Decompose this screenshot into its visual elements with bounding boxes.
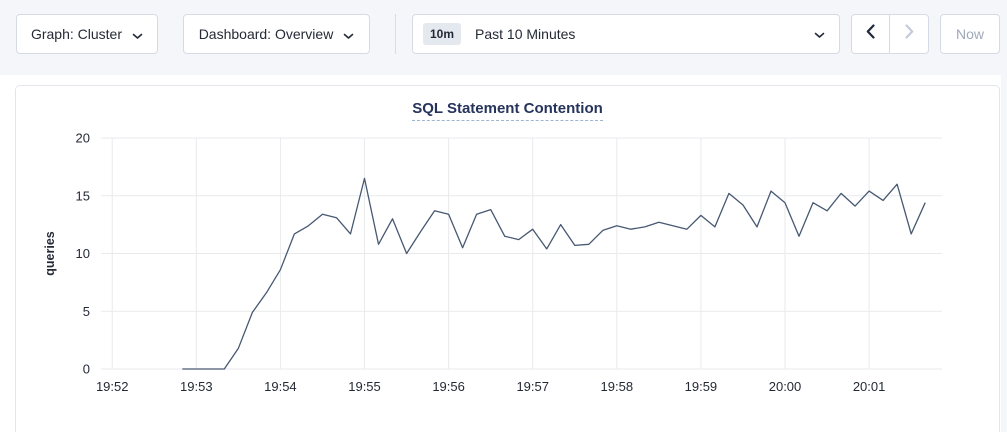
now-button[interactable]: Now [940,14,1000,54]
x-axis-tick-label: 20:01 [853,379,886,394]
chevron-left-icon [866,24,875,44]
now-button-label: Now [956,26,984,42]
y-axis-tick-label: 0 [83,362,90,377]
graph-toolbar: Graph: Cluster Dashboard: Overview 10m P… [0,0,1007,75]
y-axis-tick-label: 10 [76,246,90,261]
dashboard-dropdown-label: Dashboard: Overview [199,26,334,42]
x-axis-tick-label: 20:00 [769,379,802,394]
chevron-down-icon [343,27,354,43]
x-axis-tick-label: 19:55 [348,379,381,394]
chevron-down-icon [132,27,143,43]
graph-dropdown-label: Graph: Cluster [31,26,122,42]
chevron-right-icon [905,24,914,44]
chevron-down-icon [814,26,825,44]
series-line [182,178,925,369]
x-axis-tick-label: 19:59 [685,379,718,394]
x-axis-tick-label: 19:56 [432,379,465,394]
time-forward-button[interactable] [890,15,928,53]
x-axis-tick-label: 19:58 [601,379,634,394]
dashboard-dropdown-button[interactable]: Dashboard: Overview [183,14,370,54]
time-range-label: Past 10 Minutes [475,26,814,42]
sql-statement-contention-card: 0 5 10 15 20 19:52 19:53 19:54 19:55 19:56 19:57 19… [15,85,1000,432]
x-axis-tick-label: 19:57 [516,379,549,394]
chart-gridlines [101,138,942,369]
y-axis-tick-label: 15 [76,188,90,203]
x-axis-tick-label: 19:52 [96,379,129,394]
dashboard-content: 0 5 10 15 20 19:52 19:53 19:54 19:55 19:56 19:57 19… [0,75,1001,432]
chart-axis-labels: 0 5 10 15 20 19:52 19:53 19:54 19:55 19:56 19:57 19… [76,131,886,395]
time-range-select[interactable]: 10m Past 10 Minutes [412,14,840,54]
chart-title-row: SQL Statement Contention [16,100,999,121]
graph-dropdown-button[interactable]: Graph: Cluster [16,14,158,54]
y-axis-title: queries [43,231,57,276]
x-axis-tick-label: 19:54 [264,379,297,394]
chart-svg: 0 5 10 15 20 19:52 19:53 19:54 19:55 19:56 19:57 19… [16,86,1001,416]
toolbar-divider [395,14,396,54]
y-axis-tick-label: 5 [83,304,90,319]
time-back-button[interactable] [852,15,890,53]
chart-title[interactable]: SQL Statement Contention [412,100,603,121]
y-axis-tick-label: 20 [76,131,90,146]
time-window-badge: 10m [423,23,461,45]
time-step-button-group [851,14,929,54]
x-axis-tick-label: 19:53 [180,379,213,394]
